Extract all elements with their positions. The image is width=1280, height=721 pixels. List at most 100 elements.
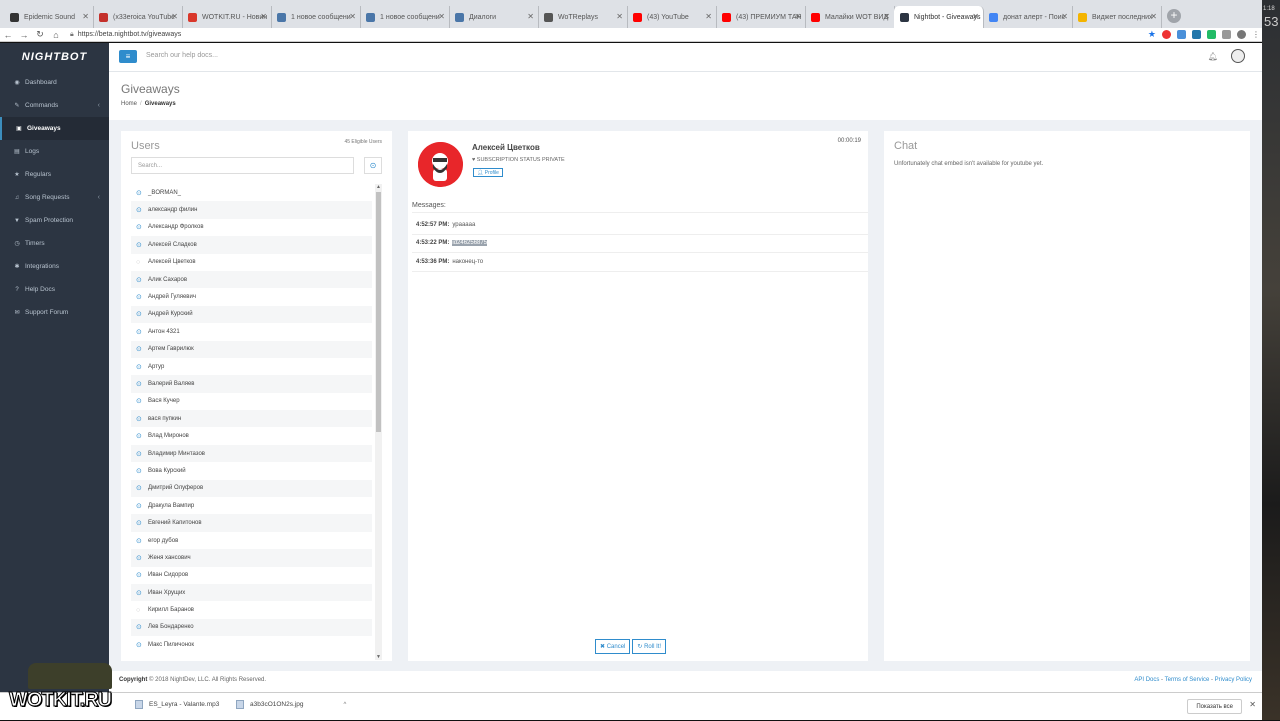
user-list-item[interactable]: ⊙ Артем Гаврилюк xyxy=(131,340,372,358)
browser-tab[interactable]: WoTReplays ✕ xyxy=(538,6,628,28)
browser-tab[interactable]: Малайки WOT ВИД ✕ xyxy=(805,6,895,28)
download-item[interactable]: ES_Leyra - Valante.mp3^ xyxy=(135,700,242,709)
home-icon[interactable]: ⌂ xyxy=(48,30,64,40)
browser-tab[interactable]: WOTKIT.RU - Новин ✕ xyxy=(182,6,272,28)
user-list-item[interactable]: ⊙ егор дубов xyxy=(131,532,372,549)
close-tab-icon[interactable]: ✕ xyxy=(883,12,890,21)
user-list-item[interactable]: ○ Кирилл Баранов xyxy=(131,601,372,618)
profile-button[interactable]: 👤︎ Profile xyxy=(473,168,503,177)
user-list-item[interactable]: ⊙ Женя хансович xyxy=(131,549,372,567)
browser-tab[interactable]: Виджет последних ✕ xyxy=(1072,6,1162,28)
user-list-scrollbar[interactable]: ▲ ▼ xyxy=(375,184,382,660)
sidebar-item-spam-protection[interactable]: ▼ Spam Protection xyxy=(0,209,109,232)
user-search-input[interactable]: Search... xyxy=(131,157,354,174)
browser-tab[interactable]: Диалоги ✕ xyxy=(449,6,539,28)
extension-icon[interactable] xyxy=(1177,30,1186,39)
user-list-item[interactable]: ⊙ Иван Хрущих xyxy=(131,583,372,602)
sidebar-item-logs[interactable]: ▤ Logs xyxy=(0,140,109,163)
sidebar-item-commands[interactable]: ✎ Commands ‹ xyxy=(0,94,109,117)
nightbot-logo[interactable]: NIGHTBOT xyxy=(0,43,109,71)
roll-button[interactable]: ↻ Roll It! xyxy=(632,639,667,654)
scrollbar-thumb[interactable] xyxy=(376,192,381,432)
user-list-item[interactable]: ⊙ Артур xyxy=(131,358,372,375)
user-list-item[interactable]: ⊙ Валерий Валяев xyxy=(131,375,372,393)
url-field[interactable]: 🔒︎ https://beta.nightbot.tv/giveaways xyxy=(70,31,1148,39)
extension-icon[interactable] xyxy=(1192,30,1201,39)
extension-icon[interactable] xyxy=(1207,30,1216,39)
close-tab-icon[interactable]: ✕ xyxy=(260,12,267,21)
sidebar-item-integrations[interactable]: ✱ Integrations xyxy=(0,255,109,278)
close-tab-icon[interactable]: ✕ xyxy=(705,12,712,21)
extension-icon[interactable] xyxy=(1162,30,1171,39)
user-list-item[interactable]: ⊙ Вова Курский xyxy=(131,462,372,479)
sidebar-item-support-forum[interactable]: ✉ Support Forum xyxy=(0,301,109,324)
new-tab-button[interactable]: + xyxy=(1167,9,1181,23)
close-tab-icon[interactable]: ✕ xyxy=(972,12,979,21)
help-search-input[interactable]: Search our help docs... xyxy=(146,52,218,59)
menu-toggle-button[interactable]: ≡ xyxy=(119,50,137,63)
forward-icon[interactable]: → xyxy=(16,30,32,40)
user-list-item[interactable]: ⊙ Лев Бондаренко xyxy=(131,618,372,637)
close-tab-icon[interactable]: ✕ xyxy=(616,12,623,21)
close-tab-icon[interactable]: ✕ xyxy=(438,12,445,21)
user-list-item[interactable]: ⊙ Алик Сахаров xyxy=(131,270,372,289)
scroll-up-icon[interactable]: ▲ xyxy=(376,184,381,190)
filter-button[interactable]: ⊙ xyxy=(364,157,382,174)
close-tab-icon[interactable]: ✕ xyxy=(171,12,178,21)
close-tab-icon[interactable]: ✕ xyxy=(1061,12,1068,21)
sidebar-item-song-requests[interactable]: ♫ Song Requests ‹ xyxy=(0,186,109,209)
user-list-item[interactable]: ⊙ Дмитрий Олуферов xyxy=(131,479,372,498)
sidebar-item-help-docs[interactable]: ? Help Docs xyxy=(0,278,109,301)
user-list-item[interactable]: ⊙ Александр Фролков xyxy=(131,219,372,236)
user-list-item[interactable]: ⊙ Антон 4321 xyxy=(131,323,372,340)
scroll-down-icon[interactable]: ▼ xyxy=(376,654,381,660)
user-list-item[interactable]: ⊙ вася пупкин xyxy=(131,410,372,428)
user-list-item[interactable]: ⊙ Андрей Гуляевич xyxy=(131,288,372,305)
user-list-item[interactable]: ⊙ Андрей Курский xyxy=(131,305,372,324)
caret-up-icon[interactable]: ^ xyxy=(343,702,346,708)
user-list-item[interactable]: ⊙ Влад Миронов xyxy=(131,427,372,444)
breadcrumb-home[interactable]: Home xyxy=(121,101,137,107)
close-tab-icon[interactable]: ✕ xyxy=(794,12,801,21)
close-tab-icon[interactable]: ✕ xyxy=(82,12,89,21)
browser-tab[interactable]: донат алерт - Поис ✕ xyxy=(983,6,1073,28)
browser-tab[interactable]: 1 новое сообщени ✕ xyxy=(360,6,450,28)
reload-icon[interactable]: ↻ xyxy=(32,29,48,40)
user-list-item[interactable]: ⊙ александр филин xyxy=(131,201,372,219)
browser-tab[interactable]: Nightbot - Giveaways ✕ xyxy=(894,6,984,28)
browser-tab[interactable]: Epidemic Sound ✕ xyxy=(4,6,94,28)
browser-tab[interactable]: (43) YouTube ✕ xyxy=(627,6,717,28)
sidebar-item-timers[interactable]: ◷ Timers xyxy=(0,232,109,255)
back-icon[interactable]: ← xyxy=(0,30,16,40)
sidebar-item-dashboard[interactable]: ◉ Dashboard xyxy=(0,71,109,94)
sidebar-item-regulars[interactable]: ★ Regulars xyxy=(0,163,109,186)
close-tab-icon[interactable]: ✕ xyxy=(349,12,356,21)
user-list-item[interactable]: ⊙ Алексей Сладков xyxy=(131,236,372,254)
browser-tab[interactable]: (x33eroica YouTube ✕ xyxy=(93,6,183,28)
avatar[interactable] xyxy=(1231,49,1245,63)
user-list-item[interactable]: ⊙ Иван Сидоров xyxy=(131,567,372,584)
user-list-item[interactable]: ⊙ _BORMAN_ xyxy=(131,184,372,201)
user-list-item[interactable]: ⊙ Макс Пиличонок xyxy=(131,636,372,653)
user-list-item[interactable]: ⊙ Вася Кучер xyxy=(131,393,372,410)
close-tab-icon[interactable]: ✕ xyxy=(1150,12,1157,21)
browser-tab[interactable]: 1 новое сообщени ✕ xyxy=(271,6,361,28)
sidebar-item-giveaways[interactable]: ▣ Giveaways xyxy=(0,117,109,140)
terms-link[interactable]: Terms of Service xyxy=(1165,677,1210,683)
menu-dots-icon[interactable]: ⋮ xyxy=(1252,30,1260,39)
user-list-item[interactable]: ⊙ Дракула Вампир xyxy=(131,497,372,514)
bell-icon[interactable]: 🔔︎ xyxy=(1208,52,1218,61)
close-icon[interactable]: ✕ xyxy=(1249,700,1256,709)
bookmark-star-icon[interactable]: ★ xyxy=(1148,30,1156,39)
extension-icon[interactable] xyxy=(1222,30,1231,39)
download-item[interactable]: a3b3cO1ON2s.jpg ^ xyxy=(236,700,346,709)
user-list-item[interactable]: ○ Алексей Цветков xyxy=(131,254,372,271)
close-tab-icon[interactable]: ✕ xyxy=(527,12,534,21)
api-docs-link[interactable]: API Docs xyxy=(1134,677,1159,683)
show-all-downloads-button[interactable]: Показать все xyxy=(1187,699,1242,714)
user-list-item[interactable]: ⊙ Владимир Минтазов xyxy=(131,444,372,463)
browser-tab[interactable]: (43) ПРЕМИУМ ТАН ✕ xyxy=(716,6,806,28)
privacy-link[interactable]: Privacy Policy xyxy=(1215,677,1252,683)
cancel-button[interactable]: ✖ Cancel xyxy=(595,639,631,654)
user-list-item[interactable]: ⊙ Евгений Капитонов xyxy=(131,514,372,532)
